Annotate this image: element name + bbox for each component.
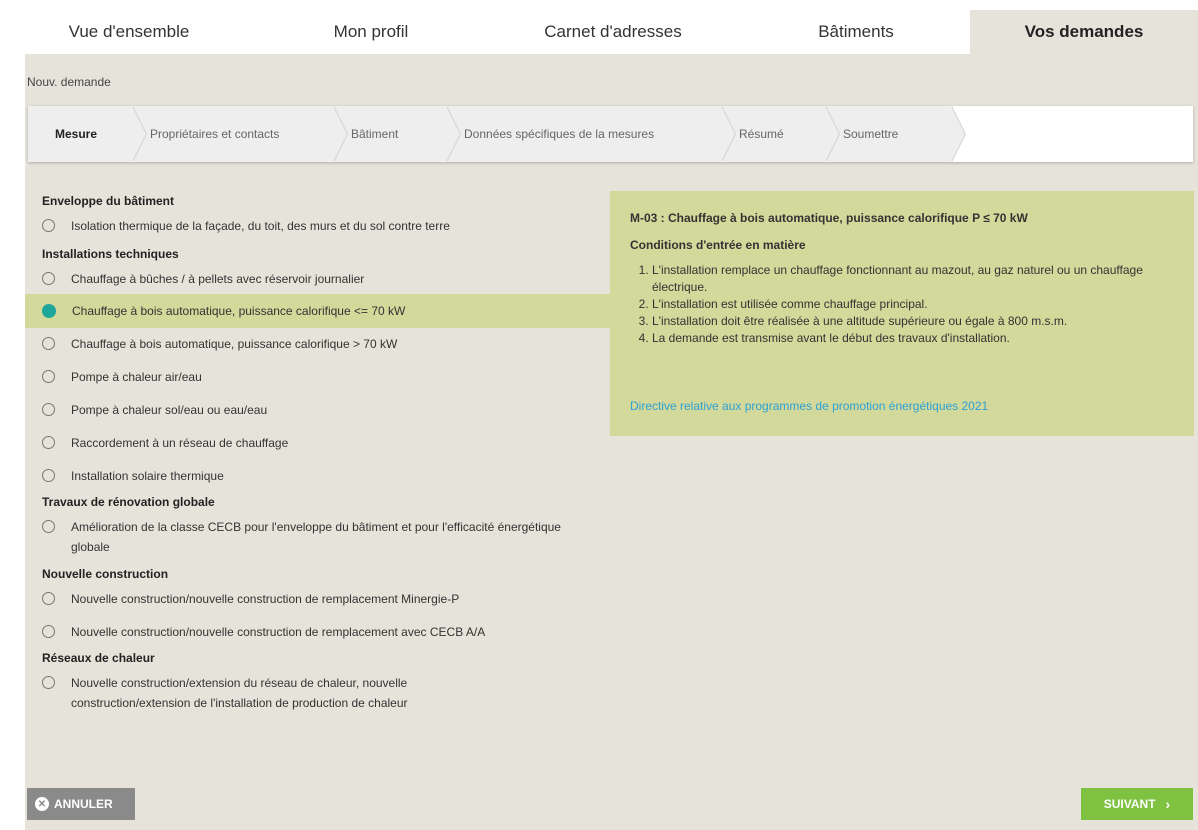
cancel-button[interactable]: ✕ ANNULER xyxy=(27,788,135,820)
option-label: Pompe à chaleur sol/eau ou eau/eau xyxy=(71,403,268,417)
close-circle-icon: ✕ xyxy=(35,797,49,811)
condition-item: La demande est transmise avant le début … xyxy=(652,330,1182,347)
measure-option[interactable]: Nouvelle construction/nouvelle construct… xyxy=(25,589,610,609)
top-navigation: Vue d'ensemble Mon profil Carnet d'adres… xyxy=(0,10,1198,54)
measure-option[interactable]: Chauffage à bûches / à pellets avec rése… xyxy=(25,269,610,289)
measure-option[interactable]: Raccordement à un réseau de chauffage xyxy=(25,433,610,453)
step-label: Bâtiment xyxy=(351,127,399,141)
measure-option[interactable]: Chauffage à bois automatique, puissance … xyxy=(25,334,610,354)
measure-info-panel: M-03 : Chauffage à bois automatique, pui… xyxy=(610,191,1194,436)
category-heading: Nouvelle construction xyxy=(42,567,169,581)
tab-carnet-adresses[interactable]: Carnet d'adresses xyxy=(484,10,742,54)
option-label: Nouvelle construction/nouvelle construct… xyxy=(71,625,486,639)
measure-option[interactable]: Pompe à chaleur air/eau xyxy=(25,367,610,387)
step-donnees-specifiques[interactable]: Données spécifiques de la mesures xyxy=(446,106,736,162)
directive-link[interactable]: Directive relative aux programmes de pro… xyxy=(630,399,988,413)
wizard-steps: Mesure Propriétaires et contacts Bâtimen… xyxy=(28,106,1193,162)
step-label: Propriétaires et contacts xyxy=(150,127,280,141)
measure-option[interactable]: Amélioration de la classe CECB pour l'en… xyxy=(25,517,582,557)
option-label: Nouvelle construction/nouvelle construct… xyxy=(71,592,460,606)
next-label: SUIVANT xyxy=(1103,797,1156,811)
step-label: Soumettre xyxy=(843,127,899,141)
option-label: Installation solaire thermique xyxy=(71,469,224,483)
category-heading: Installations techniques xyxy=(42,247,179,261)
measure-option[interactable]: Installation solaire thermique xyxy=(25,466,610,486)
radio-button[interactable] xyxy=(42,592,55,605)
step-label: Mesure xyxy=(55,127,98,141)
info-title: M-03 : Chauffage à bois automatique, pui… xyxy=(630,211,1028,225)
step-mesure[interactable]: Mesure xyxy=(28,106,147,162)
option-label: Raccordement à un réseau de chauffage xyxy=(71,436,289,450)
cancel-label: ANNULER xyxy=(54,797,113,811)
category-heading: Travaux de rénovation globale xyxy=(42,495,215,509)
step-resume[interactable]: Résumé xyxy=(721,106,840,162)
measure-option-selected[interactable]: Chauffage à bois automatique, puissance … xyxy=(25,294,610,328)
radio-button[interactable] xyxy=(42,370,55,383)
option-label: Chauffage à bois automatique, puissance … xyxy=(72,304,406,318)
measure-option[interactable]: Pompe à chaleur sol/eau ou eau/eau xyxy=(25,400,610,420)
tab-vue-ensemble[interactable]: Vue d'ensemble xyxy=(0,10,258,54)
measure-option[interactable]: Nouvelle construction/nouvelle construct… xyxy=(25,622,610,642)
option-label: Amélioration de la classe CECB pour l'en… xyxy=(71,520,561,554)
radio-button-selected[interactable] xyxy=(42,304,56,318)
radio-button[interactable] xyxy=(42,272,55,285)
info-subtitle: Conditions d'entrée en matière xyxy=(630,238,806,252)
tab-batiments[interactable]: Bâtiments xyxy=(742,10,970,54)
option-label: Pompe à chaleur air/eau xyxy=(71,370,202,384)
conditions-list: L'installation remplace un chauffage fon… xyxy=(630,262,1182,347)
radio-button[interactable] xyxy=(42,625,55,638)
condition-item: L'installation remplace un chauffage fon… xyxy=(652,262,1182,296)
radio-button[interactable] xyxy=(42,403,55,416)
category-heading: Enveloppe du bâtiment xyxy=(42,194,175,208)
tab-vos-demandes[interactable]: Vos demandes xyxy=(970,10,1198,54)
measure-option[interactable]: Isolation thermique de la façade, du toi… xyxy=(25,216,610,236)
wizard-filler xyxy=(951,106,1193,162)
radio-button[interactable] xyxy=(42,436,55,449)
condition-item: L'installation est utilisée comme chauff… xyxy=(652,296,1182,313)
radio-button[interactable] xyxy=(42,676,55,689)
option-label: Chauffage à bûches / à pellets avec rése… xyxy=(71,272,365,286)
step-proprietaires[interactable]: Propriétaires et contacts xyxy=(132,106,348,162)
tab-mon-profil[interactable]: Mon profil xyxy=(258,10,484,54)
radio-button[interactable] xyxy=(42,520,55,533)
option-label: Nouvelle construction/extension du résea… xyxy=(71,676,408,710)
condition-item: L'installation doit être réalisée à une … xyxy=(652,313,1182,330)
option-label: Chauffage à bois automatique, puissance … xyxy=(71,337,398,351)
radio-button[interactable] xyxy=(42,219,55,232)
option-label: Isolation thermique de la façade, du toi… xyxy=(71,219,450,233)
step-label: Données spécifiques de la mesures xyxy=(464,127,655,141)
radio-button[interactable] xyxy=(42,469,55,482)
category-heading: Réseaux de chaleur xyxy=(42,651,155,665)
measure-option[interactable]: Nouvelle construction/extension du résea… xyxy=(25,673,482,713)
next-button[interactable]: SUIVANT › xyxy=(1081,788,1193,820)
step-soumettre[interactable]: Soumettre xyxy=(825,106,966,162)
step-label: Résumé xyxy=(739,127,784,141)
measure-list: Enveloppe du bâtiment Isolation thermiqu… xyxy=(25,184,610,713)
breadcrumb: Nouv. demande xyxy=(27,75,111,89)
radio-button[interactable] xyxy=(42,337,55,350)
main-panel: Nouv. demande Mesure Propriétaires et co… xyxy=(25,54,1198,830)
chevron-right-icon: › xyxy=(1165,796,1171,812)
step-batiment[interactable]: Bâtiment xyxy=(333,106,461,162)
